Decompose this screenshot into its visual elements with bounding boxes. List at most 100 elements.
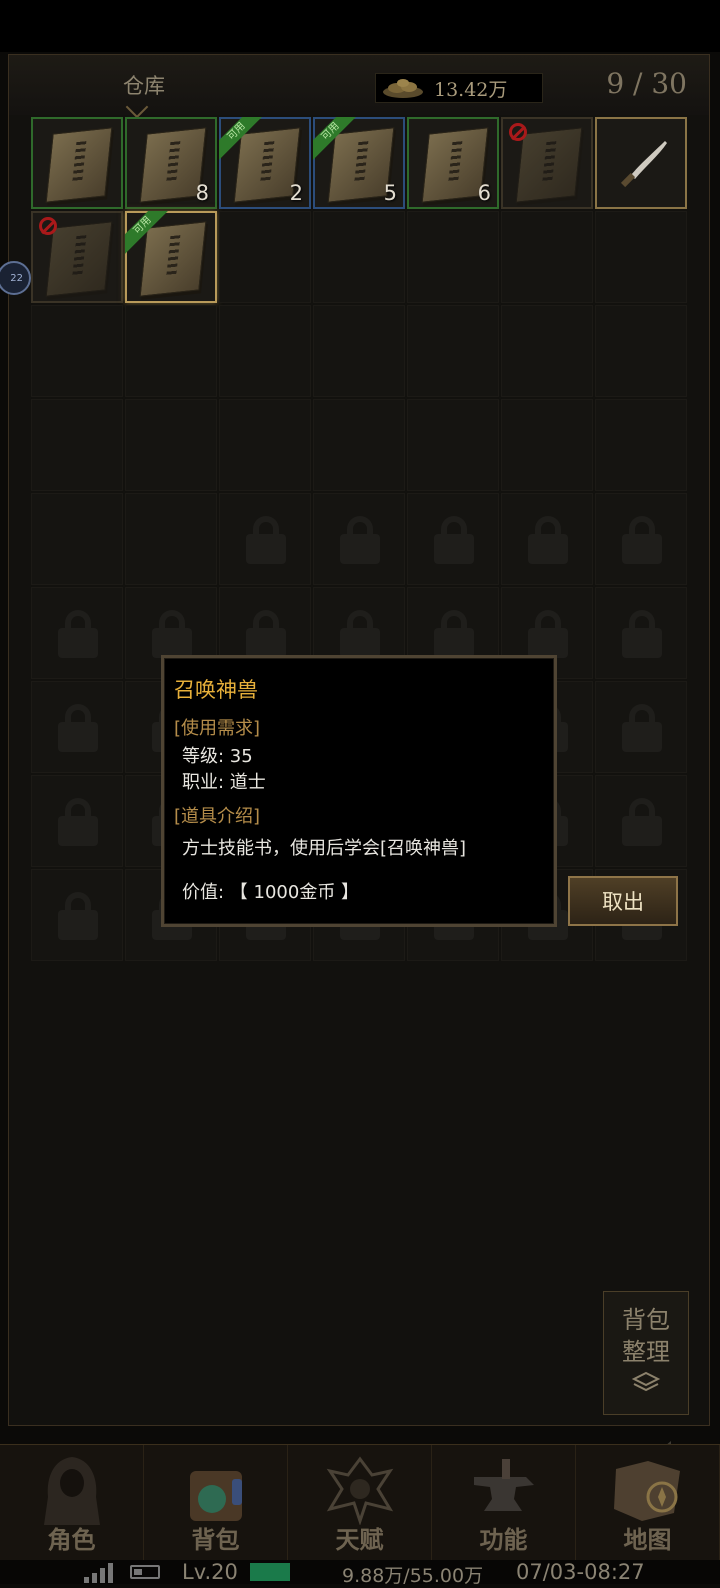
lock-icon xyxy=(58,892,98,940)
empty-slot[interactable] xyxy=(501,305,593,397)
lock-icon xyxy=(528,610,568,658)
sort-label-line2: 整理 xyxy=(622,1338,670,1366)
empty-slot[interactable] xyxy=(501,399,593,491)
usable-ribbon-label: 可用 xyxy=(219,117,263,161)
lock-icon xyxy=(58,704,98,752)
empty-slot[interactable] xyxy=(595,211,687,303)
locked-slot[interactable] xyxy=(31,587,123,679)
empty-slot[interactable] xyxy=(313,211,405,303)
item-slot[interactable] xyxy=(501,117,593,209)
forbidden-icon xyxy=(509,123,527,141)
locked-slot[interactable] xyxy=(407,493,499,585)
empty-slot[interactable] xyxy=(31,305,123,397)
lock-icon xyxy=(152,610,192,658)
empty-slot[interactable] xyxy=(125,399,217,491)
empty-slot[interactable] xyxy=(501,211,593,303)
gold-pile-icon xyxy=(380,76,426,100)
nav-bag-label: 背包 xyxy=(191,1525,240,1554)
panel-header: 仓库 13.42万 9 / 30 xyxy=(9,55,709,115)
item-slot[interactable]: 可用 5 xyxy=(313,117,405,209)
item-count: 8 xyxy=(195,181,209,205)
locked-slot[interactable] xyxy=(595,493,687,585)
lock-icon xyxy=(622,704,662,752)
item-slot[interactable]: 8 xyxy=(125,117,217,209)
usable-ribbon-label: 可用 xyxy=(125,211,169,255)
map-compass-icon xyxy=(614,1461,680,1521)
item-slot[interactable]: 可用 2 xyxy=(219,117,311,209)
nav-map-label: 地图 xyxy=(623,1525,672,1554)
locked-slot[interactable] xyxy=(501,493,593,585)
locked-slot[interactable] xyxy=(313,493,405,585)
sort-label-line1: 背包 xyxy=(622,1306,670,1334)
empty-slot[interactable] xyxy=(595,305,687,397)
empty-slot[interactable] xyxy=(31,399,123,491)
nav-character[interactable]: 角色 xyxy=(0,1445,144,1561)
item-slot[interactable] xyxy=(595,117,687,209)
usable-ribbon: 可用 xyxy=(219,117,263,161)
empty-slot[interactable] xyxy=(407,399,499,491)
lock-icon xyxy=(622,516,662,564)
nav-bag[interactable]: 背包 xyxy=(144,1445,288,1561)
required-level: 等级: 35 xyxy=(182,746,253,767)
empty-slot[interactable] xyxy=(125,305,217,397)
nav-talent[interactable]: 天赋 xyxy=(288,1445,432,1561)
item-slot[interactable] xyxy=(31,211,123,303)
gold-amount: 13.42万 xyxy=(434,78,508,101)
empty-slot[interactable] xyxy=(407,211,499,303)
required-job: 职业: 道士 xyxy=(182,772,266,793)
usable-ribbon-label: 可用 xyxy=(313,117,357,161)
anvil-icon xyxy=(474,1459,534,1511)
battery-icon xyxy=(130,1565,160,1579)
empty-slot[interactable] xyxy=(219,399,311,491)
gold-display: 13.42万 xyxy=(375,73,543,103)
nav-function[interactable]: 功能 xyxy=(432,1445,576,1561)
skill-book-icon xyxy=(45,127,113,203)
item-slot[interactable] xyxy=(31,117,123,209)
lock-icon xyxy=(246,610,286,658)
locked-slot[interactable] xyxy=(31,869,123,961)
locked-slot[interactable] xyxy=(31,775,123,867)
status-bar: Lv.20 9.88万/55.00万 07/03-08:27 xyxy=(0,1560,720,1587)
locked-slot[interactable] xyxy=(219,493,311,585)
locked-slot[interactable] xyxy=(595,681,687,773)
item-name: 召唤神兽 xyxy=(174,678,258,702)
item-slot[interactable]: 6 xyxy=(407,117,499,209)
nav-character-label: 角色 xyxy=(47,1525,96,1554)
potion-bag-icon xyxy=(190,1471,242,1521)
bottom-nav: 角色 背包 天赋 功能 地图 xyxy=(0,1444,720,1561)
lock-icon xyxy=(622,610,662,658)
empty-slot[interactable] xyxy=(31,493,123,585)
item-tooltip: 召唤神兽 [使用需求] 等级: 35 职业: 道士 [道具介绍] 方士技能书，使… xyxy=(161,655,557,927)
take-out-button[interactable]: 取出 xyxy=(568,876,678,926)
dagger-icon xyxy=(620,141,667,188)
empty-slot[interactable] xyxy=(219,211,311,303)
clock: 07/03-08:27 xyxy=(516,1560,645,1584)
side-badge[interactable]: 22 xyxy=(0,261,31,295)
locked-slot[interactable] xyxy=(595,587,687,679)
lock-icon xyxy=(434,516,474,564)
item-count: 6 xyxy=(477,181,491,205)
lock-icon xyxy=(246,516,286,564)
empty-slot[interactable] xyxy=(125,493,217,585)
item-count: 5 xyxy=(383,181,397,205)
nav-map[interactable]: 地图 xyxy=(576,1445,720,1561)
empty-slot[interactable] xyxy=(313,305,405,397)
locked-slot[interactable] xyxy=(31,681,123,773)
lock-icon xyxy=(434,610,474,658)
locked-slot[interactable] xyxy=(595,775,687,867)
lock-icon xyxy=(58,798,98,846)
empty-slot[interactable] xyxy=(595,399,687,491)
empty-slot[interactable] xyxy=(313,399,405,491)
empty-slot[interactable] xyxy=(407,305,499,397)
item-count: 2 xyxy=(289,181,303,205)
layers-icon xyxy=(631,1370,661,1402)
empty-slot[interactable] xyxy=(219,305,311,397)
item-value: 价值: 【 1000金币 】 xyxy=(182,882,360,903)
lock-icon xyxy=(528,516,568,564)
item-slot[interactable]: 可用 xyxy=(125,211,217,303)
sort-bag-button[interactable]: 背包 整理 xyxy=(603,1291,689,1415)
item-description: 方士技能书，使用后学会[召唤神兽] xyxy=(182,838,467,859)
lock-icon xyxy=(340,516,380,564)
exp-bar xyxy=(250,1563,290,1581)
player-level: Lv.20 xyxy=(182,1560,238,1584)
